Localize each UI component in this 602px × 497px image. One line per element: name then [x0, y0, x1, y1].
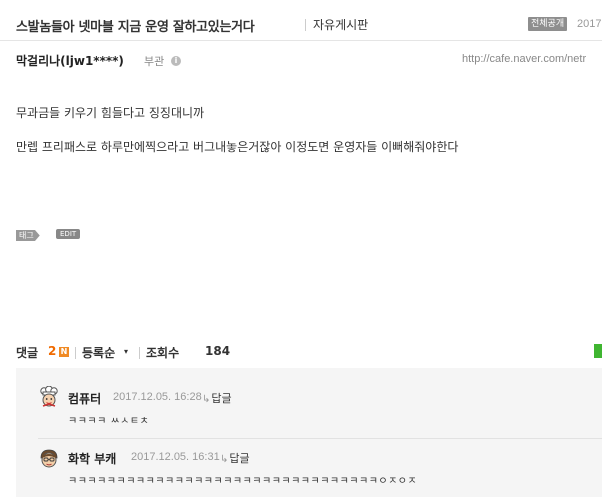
naver-icon[interactable] — [594, 344, 602, 358]
reply-label: 답글 — [211, 392, 232, 405]
comment-date: 2017.12.05. 16:28 — [113, 391, 202, 403]
views-count: 184 — [205, 344, 231, 358]
tag-chip[interactable]: 태그 — [16, 230, 40, 241]
header-separator — [139, 347, 140, 359]
reply-button[interactable]: ↳답글 — [220, 450, 250, 466]
info-icon[interactable]: i — [171, 56, 181, 66]
post-url[interactable]: http://cafe.naver.com/netr — [462, 53, 586, 65]
comment-text: ㅋㅋㅋㅋ ㅆㅅㅌㅊ — [68, 416, 150, 427]
title-separator — [305, 19, 306, 31]
post-body-line: 만렙 프리패스로 하루만에찍으라고 버그내놓은거잖아 이정도면 운영자들 이뻐해… — [16, 140, 459, 154]
reply-button[interactable]: ↳답글 — [202, 390, 232, 406]
new-badge: N — [59, 347, 69, 357]
comment-divider — [38, 438, 602, 439]
comments-list: 컴퓨터 2017.12.05. 16:28 ↳답글 ㅋㅋㅋㅋ ㅆㅅㅌㅊ 화학 부… — [16, 368, 602, 497]
comment-item: 컴퓨터 2017.12.05. 16:28 ↳답글 ㅋㅋㅋㅋ ㅆㅅㅌㅊ — [16, 368, 602, 436]
post-title-row: 스발놈들아 넷마블 지금 운영 잘하고있는거다 자유게시판 전체공개 2017.… — [16, 16, 602, 36]
post-title: 스발놈들아 넷마블 지금 운영 잘하고있는거다 — [16, 20, 255, 35]
author-role: 부관 — [144, 55, 165, 68]
reply-arrow-icon: ↳ — [202, 394, 211, 405]
comment-author[interactable]: 화학 부캐 — [68, 450, 116, 467]
chevron-down-icon[interactable]: ▾ — [124, 347, 128, 356]
comment-count[interactable]: 2 — [48, 344, 56, 358]
views-label: 조회수 — [146, 346, 180, 360]
board-link[interactable]: 자유게시판 — [313, 16, 368, 33]
comment-date: 2017.12.05. 16:31 — [131, 451, 220, 463]
edit-chip[interactable]: EDIT — [56, 229, 81, 239]
face-avatar-icon[interactable] — [38, 448, 60, 470]
visibility-badge: 전체공개 — [528, 17, 568, 31]
comment-author[interactable]: 컴퓨터 — [68, 390, 101, 407]
post-body-line: 무과금들 키우기 힘들다고 징징대니까 — [16, 106, 205, 120]
comment-text: ㅋㅋㅋㅋㅋㅋㅋㅋㅋㅋㅋㅋㅋㅋㅋㅋㅋㅋㅋㅋㅋㅋㅋㅋㅋㅋㅋㅋㅋㅋㅋㅋㅇㅈㅇㅈ — [68, 476, 418, 487]
post-date: 2017.12. — [577, 18, 602, 30]
comment-label[interactable]: 댓글 — [16, 344, 38, 361]
reply-label: 답글 — [229, 452, 250, 465]
author-name[interactable]: 막걸리나(ljw1****) — [16, 52, 124, 69]
author-row: 막걸리나(ljw1****) 부관 i http://cafe.naver.co… — [16, 52, 602, 70]
header-separator — [75, 347, 76, 359]
sort-dropdown[interactable]: 등록순 — [82, 344, 115, 361]
chef-avatar-icon[interactable] — [38, 386, 60, 408]
reply-arrow-icon: ↳ — [220, 454, 229, 465]
header-divider — [0, 40, 602, 41]
